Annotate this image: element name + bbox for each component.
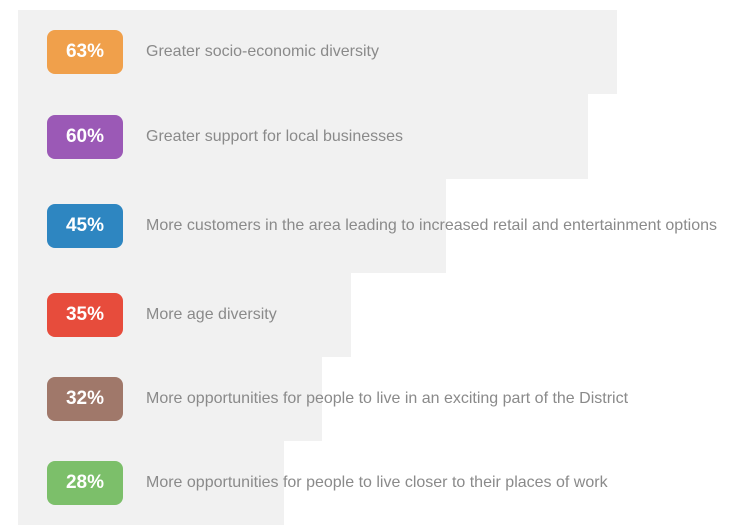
category-label: More age diversity (146, 306, 277, 323)
category-label: Greater support for local businesses (146, 128, 404, 145)
bar-row: 35% More age diversity (0, 273, 748, 357)
bar-row: 63% Greater socio-economic diversity (0, 10, 748, 94)
bar-row: 28% More opportunities for people to live… (0, 441, 748, 525)
category-label: More opportunities for people to live in… (146, 390, 629, 407)
value-badge: 45% (47, 204, 123, 248)
bar-row: 60% Greater support for local businesses (0, 94, 748, 179)
value-badge: 32% (47, 377, 123, 421)
value-badge: 35% (47, 293, 123, 337)
survey-bar-chart: 63% Greater socio-economic diversity 60% Gr… (0, 0, 748, 525)
value-badge: 28% (47, 461, 123, 505)
bar-row: 45% More customers in the area leading to… (0, 179, 748, 273)
value-badge: 60% (47, 115, 123, 159)
value-badge: 63% (47, 30, 123, 74)
category-label: More opportunities for people to live cl… (146, 474, 608, 491)
category-label: Greater socio-economic diversity (146, 43, 379, 60)
bar-row: 32% More opportunities for people to live… (0, 357, 748, 441)
category-label: More customers in the area leading to in… (146, 217, 717, 234)
